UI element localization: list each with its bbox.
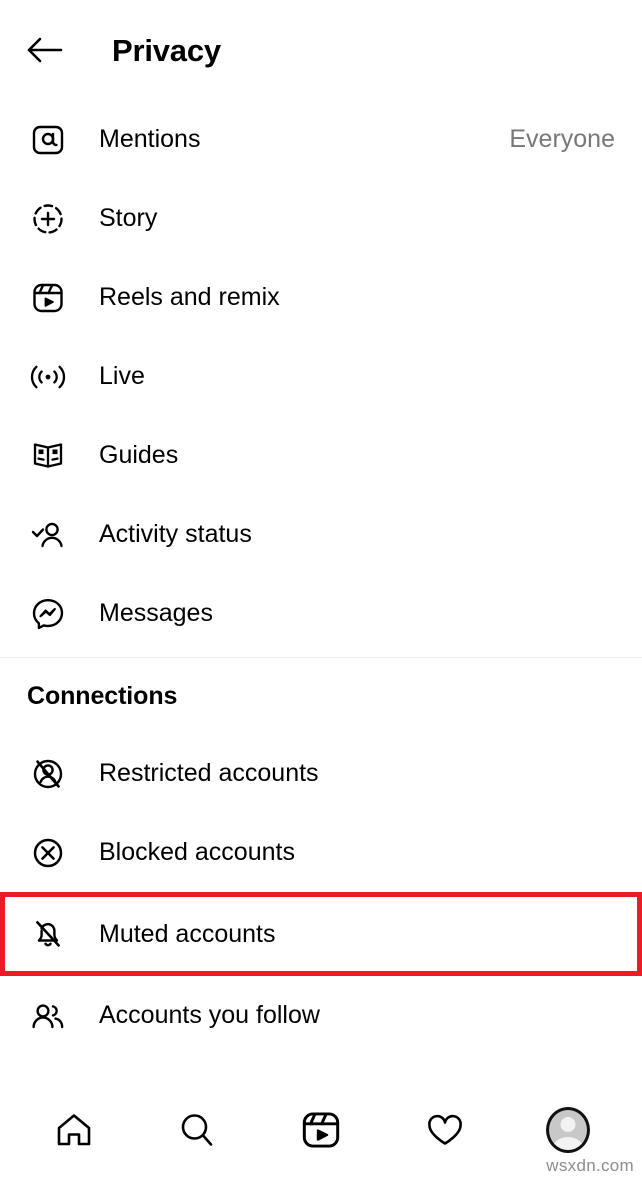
back-button[interactable]	[22, 27, 68, 73]
settings-row-activity-status[interactable]: Activity status	[0, 495, 642, 574]
settings-row-reels-and-remix[interactable]: Reels and remix	[0, 258, 642, 337]
settings-row-guides[interactable]: Guides	[0, 416, 642, 495]
settings-row-label: Live	[99, 362, 145, 390]
search-icon	[175, 1108, 219, 1152]
muted-bell-icon	[27, 913, 69, 955]
settings-row-label: Reels and remix	[99, 283, 280, 311]
reels-icon	[300, 1109, 342, 1151]
settings-row-label: Accounts you follow	[99, 1001, 320, 1029]
settings-row-accounts-you-follow[interactable]: Accounts you follow	[0, 976, 642, 1055]
settings-row-label: Muted accounts	[99, 919, 276, 948]
settings-list: Mentions Everyone Story Reels and remix …	[0, 100, 642, 1084]
settings-row-value: Everyone	[509, 125, 615, 153]
settings-row-label: Guides	[99, 441, 179, 469]
nav-item-activity[interactable]	[413, 1098, 477, 1162]
mention-at-icon	[27, 119, 69, 161]
settings-row-label: Story	[99, 204, 158, 232]
watermark: wsxdn.com	[546, 1156, 634, 1175]
settings-row-label: Mentions	[99, 125, 201, 153]
blocked-accounts-icon	[27, 832, 69, 874]
guides-book-icon	[27, 435, 69, 477]
arrow-left-icon	[26, 35, 64, 65]
header: Privacy	[0, 0, 642, 100]
accounts-you-follow-icon	[27, 995, 69, 1037]
heart-icon	[423, 1108, 467, 1152]
settings-row-muted-accounts[interactable]: Muted accounts	[0, 892, 642, 976]
settings-row-label: Messages	[99, 599, 213, 627]
reels-icon	[27, 277, 69, 319]
settings-row-story[interactable]: Story	[0, 179, 642, 258]
messenger-icon	[27, 593, 69, 635]
settings-row-mentions[interactable]: Mentions Everyone	[0, 100, 642, 179]
nav-item-profile[interactable]	[536, 1098, 600, 1162]
profile-avatar	[546, 1107, 591, 1153]
privacy-settings-screen: Privacy Mentions Everyone Story Reels an…	[0, 0, 642, 1180]
section-header-connections: Connections	[27, 681, 178, 710]
nav-item-search[interactable]	[165, 1098, 229, 1162]
settings-row-label: Activity status	[99, 520, 252, 548]
list-bottom-spacer	[0, 1055, 642, 1062]
settings-row-messages[interactable]: Messages	[0, 574, 642, 653]
settings-row-restricted-accounts[interactable]: Restricted accounts	[0, 734, 642, 813]
live-broadcast-icon	[27, 356, 69, 398]
settings-row-blocked-accounts[interactable]: Blocked accounts	[0, 813, 642, 892]
activity-status-icon	[27, 514, 69, 556]
page-title: Privacy	[112, 32, 221, 68]
nav-item-home[interactable]	[42, 1098, 106, 1162]
story-plus-icon	[27, 198, 69, 240]
home-icon	[52, 1108, 96, 1152]
restricted-accounts-icon	[27, 753, 69, 795]
settings-row-label: Blocked accounts	[99, 838, 295, 866]
settings-row-label: Restricted accounts	[99, 759, 319, 787]
nav-item-reels[interactable]	[289, 1098, 353, 1162]
settings-row-live[interactable]: Live	[0, 337, 642, 416]
